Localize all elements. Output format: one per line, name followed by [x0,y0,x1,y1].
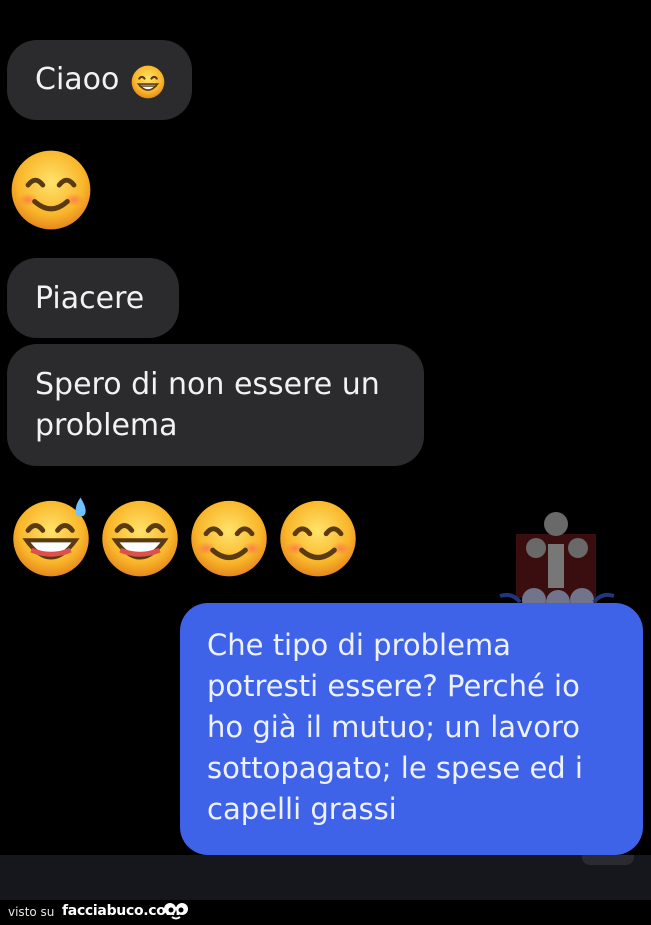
message-line: ho già il mutuo; un lavoro [207,710,580,744]
grinning-face-icon [102,500,178,577]
message-line: problema [35,408,178,443]
message-line: sottopagato; le spese ed i [207,751,583,785]
incoming-message-spero[interactable]: Spero di non essere un problema [7,344,424,466]
smiling-face-icon [191,500,267,577]
bottom-bar [0,855,651,903]
outgoing-message-reply[interactable]: Che tipo di problema potresti essere? Pe… [180,603,643,855]
emoji-message-row[interactable] [10,496,370,580]
grinning-sweat-icon [13,497,89,577]
scroll-handle[interactable] [582,855,634,865]
incoming-message-ciaoo[interactable]: Ciaoo [7,40,192,120]
footer-watermark: visto su facciabuco.com [0,900,651,925]
beaming-face-icon [131,65,165,99]
message-line: Spero di non essere un [35,367,380,402]
smiling-face-icon[interactable] [10,149,92,231]
chat-thread: Ciaoo Piacere Spero di non essere un pro… [0,0,651,860]
message-text: Piacere [35,281,145,316]
facciabuco-eyes-icon [164,903,188,920]
incoming-message-piacere[interactable]: Piacere [7,258,179,338]
message-text: Ciaoo [35,62,120,97]
footer-prefix: visto su [8,905,55,919]
message-line: capelli grassi [207,792,397,826]
watermark-logo-icon [499,512,615,614]
message-line: potresti essere? Perché io [207,669,580,703]
smiling-face-icon [280,500,356,577]
message-line: Che tipo di problema [207,628,511,662]
